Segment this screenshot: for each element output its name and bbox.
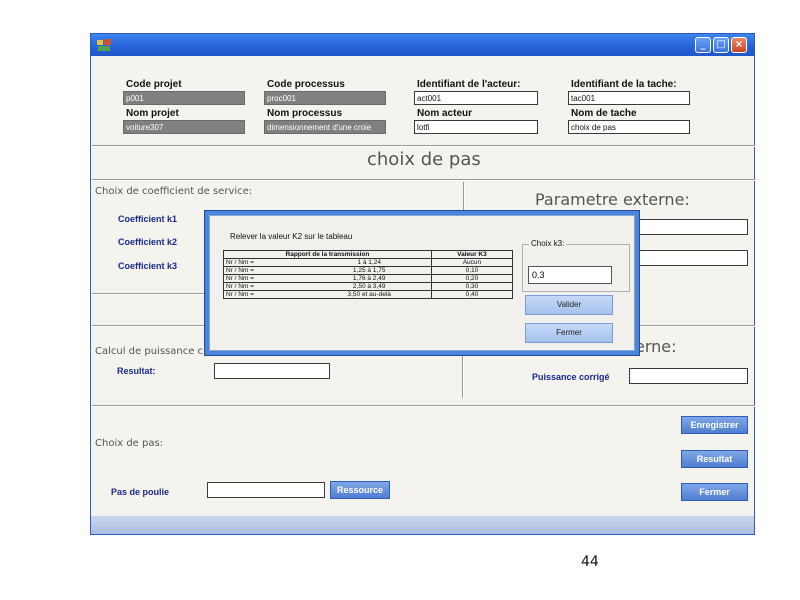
nom-projet-label: Nom projet (126, 108, 179, 119)
k1-label: Coefficient k1 (118, 214, 178, 224)
nom-processus-label: Nom processus (267, 108, 343, 119)
status-bar (91, 516, 754, 534)
code-projet-field[interactable]: p001 (123, 91, 245, 105)
pas-poulie-label: Pas de poulie (111, 487, 170, 497)
dialog-fermer-button[interactable]: Fermer (525, 323, 613, 343)
table-cell: 2,50 à 3,49 (307, 282, 432, 291)
table-cell: Nr / Nm = (222, 258, 308, 267)
table-cell: Nr / Nm = (222, 266, 308, 275)
externe-section-title: Parametre externe: (535, 190, 690, 209)
table-cell: 0,40 (430, 290, 514, 299)
choix-k3-group: Choix k3: 0.3 (522, 239, 630, 292)
table-cell: Nr / Nm = (222, 290, 308, 299)
externe-field-2[interactable] (631, 250, 748, 266)
resultat-field[interactable] (214, 363, 330, 379)
k3-table: Rapport de la transmission Valeur K3 Nr … (222, 250, 514, 299)
puissance-section-title: Calcul de puissance c (95, 346, 204, 357)
id-tache-field[interactable]: tac001 (568, 91, 690, 105)
id-acteur-field[interactable]: act001 (414, 91, 538, 105)
table-row: Nr / Nm = 1,25 à 1,75 0,10 (222, 266, 514, 275)
page-number: 44 (581, 554, 599, 570)
table-cell: 0,10 (430, 266, 514, 275)
externe-field-1[interactable] (631, 219, 748, 235)
choix-k3-label: Choix k3: (529, 239, 567, 249)
pas-section-title: Choix de pas: (95, 438, 164, 449)
service-section-title: Choix de coefficient de service: (95, 186, 253, 197)
table-row: Nr / Nm = 1 à 1,24 Aucun (222, 258, 514, 267)
k3-label: Coefficient k3 (118, 261, 178, 271)
nom-tache-field[interactable]: choix de pas (568, 120, 690, 134)
nom-projet-field[interactable]: voiture307 (123, 120, 245, 134)
nom-acteur-label: Nom acteur (417, 108, 473, 119)
code-processus-label: Code processus (267, 79, 345, 90)
table-cell: Nr / Nm = (222, 274, 308, 283)
divider (92, 179, 755, 181)
table-row: Nr / Nm = 3,50 et au-delà 0,40 (222, 290, 514, 299)
table-cell: Aucun (430, 258, 514, 267)
k3-dialog: Relever la valeur K2 sur le tableau Rapp… (204, 210, 640, 356)
maximize-button[interactable]: □ (713, 37, 729, 53)
resultat-label: Resultat: (117, 366, 156, 376)
id-tache-label: Identifiant de la tache: (571, 79, 677, 90)
table-cell: 1,76 à 2,49 (307, 274, 432, 283)
k3-input[interactable]: 0.3 (528, 266, 612, 284)
ressource-button[interactable]: Ressource (330, 481, 390, 499)
table-cell: 0,20 (430, 274, 514, 283)
nom-acteur-field[interactable]: lotfi (414, 120, 538, 134)
enregistrer-button[interactable]: Enregistrer (681, 416, 748, 434)
page-title: choix de pas (367, 149, 481, 170)
dialog-body: Relever la valeur K2 sur le tableau Rapp… (209, 215, 635, 351)
divider (92, 405, 755, 407)
nom-tache-label: Nom de tache (571, 108, 637, 119)
puissance-corrige-label: Puissance corrigé (532, 372, 610, 382)
code-processus-field[interactable]: proc001 (264, 91, 386, 105)
close-window-button[interactable]: × (731, 37, 747, 53)
table-cell: 1 à 1,24 (307, 258, 432, 267)
table-row: Nr / Nm = 2,50 à 3,49 0,30 (222, 282, 514, 291)
puissance-corrige-field[interactable] (629, 368, 748, 384)
table-row: Nr / Nm = 1,76 à 2,49 0,20 (222, 274, 514, 283)
table-header-rapport: Rapport de la transmission (223, 250, 432, 259)
table-cell: 1,25 à 1,75 (307, 266, 432, 275)
divider (92, 145, 755, 147)
minimize-button[interactable]: _ (695, 37, 711, 53)
nom-processus-field[interactable]: dimensionnement d'une croie (264, 120, 386, 134)
pas-poulie-field[interactable] (207, 482, 325, 498)
fermer-button[interactable]: Fermer (681, 483, 748, 501)
app-icon (97, 39, 111, 51)
table-cell: Nr / Nm = (222, 282, 308, 291)
table-cell: 3,50 et au-delà (307, 290, 432, 299)
valider-button[interactable]: Valider (525, 295, 613, 315)
table-cell: 0,30 (430, 282, 514, 291)
dialog-instruction: Relever la valeur K2 sur le tableau (230, 232, 353, 241)
id-acteur-label: Identifiant de l'acteur: (417, 79, 521, 90)
code-projet-label: Code projet (126, 79, 182, 90)
title-bar[interactable]: _ □ × (91, 34, 754, 56)
k2-label: Coefficient k2 (118, 237, 178, 247)
resultat-button[interactable]: Resultat (681, 450, 748, 468)
table-header-valeur: Valeur K3 (430, 250, 514, 259)
externe-section-title-2: erne: (635, 337, 677, 356)
